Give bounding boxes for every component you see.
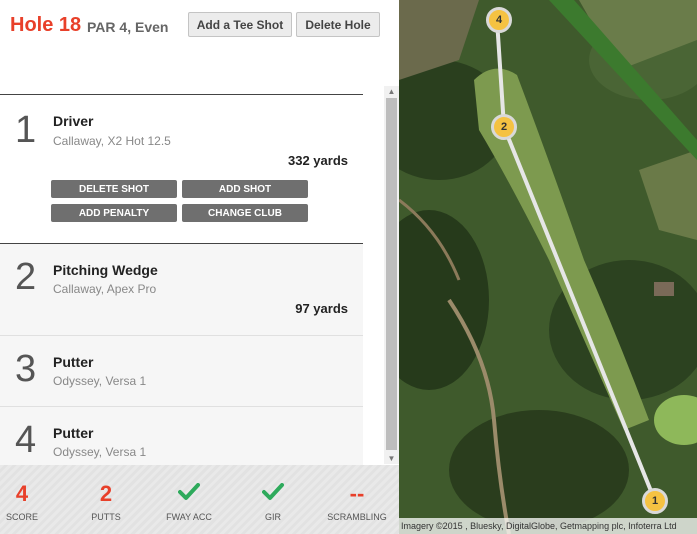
- shot-number: 4: [15, 419, 37, 461]
- marker-label: 1: [651, 495, 659, 507]
- score-value: 4: [15, 481, 29, 506]
- satellite-imagery: [399, 0, 697, 534]
- hole-header: Hole 18 PAR 4, Even Add a Tee Shot Delet…: [0, 0, 399, 95]
- shot-item[interactable]: 2 Pitching Wedge Callaway, Apex Pro 97 y…: [0, 244, 363, 335]
- scroll-down-icon[interactable]: ▼: [384, 454, 399, 463]
- marker-label: 2: [500, 121, 508, 133]
- club-model: Odyssey, Versa 1: [53, 445, 147, 459]
- shot-number: 1: [15, 109, 37, 151]
- shot-number: 3: [15, 348, 37, 390]
- shot-list[interactable]: 1 Driver Callaway, X2 Hot 12.5 332 yards…: [0, 95, 363, 465]
- stat-fairway: FWAY ACC: [149, 465, 229, 534]
- hole-stats-bar: 4 SCORE 2 PUTTS FWAY ACC GIR -- SCRAMBLI…: [0, 465, 399, 534]
- shot-distance: 97 yards: [295, 301, 348, 316]
- delete-shot-button[interactable]: DELETE SHOT: [51, 180, 177, 198]
- change-club-button[interactable]: CHANGE CLUB: [182, 204, 308, 222]
- score-label: SCORE: [5, 512, 38, 522]
- stat-putts: 2 PUTTS: [66, 465, 146, 534]
- club-model: Callaway, Apex Pro: [53, 282, 157, 296]
- shot-marker-1[interactable]: 1: [642, 488, 668, 514]
- gir-label: GIR: [264, 512, 281, 522]
- stat-score: 4 SCORE: [0, 465, 62, 534]
- scroll-up-icon[interactable]: ▲: [384, 87, 399, 96]
- hole-par-score: PAR 4, Even: [87, 19, 169, 35]
- club-name: Putter: [53, 425, 94, 441]
- shot-distance: 332 yards: [288, 153, 348, 168]
- check-icon: [262, 483, 284, 500]
- shot-list-scrollbar[interactable]: ▲ ▼: [384, 86, 399, 464]
- fairway-label: FWAY ACC: [166, 512, 212, 522]
- shot-item[interactable]: 1 Driver Callaway, X2 Hot 12.5 332 yards…: [0, 95, 363, 243]
- stat-gir: GIR: [233, 465, 313, 534]
- putts-label: PUTTS: [91, 512, 121, 522]
- club-model: Callaway, X2 Hot 12.5: [53, 134, 171, 148]
- scrambling-label: SCRAMBLING: [327, 512, 387, 522]
- scrollbar-thumb[interactable]: [386, 98, 397, 450]
- scrambling-value: --: [349, 481, 365, 506]
- club-model: Odyssey, Versa 1: [53, 374, 147, 388]
- club-name: Pitching Wedge: [53, 262, 158, 278]
- putts-value: 2: [99, 481, 113, 506]
- check-icon: [178, 483, 200, 500]
- add-penalty-button[interactable]: ADD PENALTY: [51, 204, 177, 222]
- scorecard-panel: Hole 18 PAR 4, Even Add a Tee Shot Delet…: [0, 0, 399, 534]
- stat-scrambling: -- SCRAMBLING: [317, 465, 397, 534]
- shot-marker-4[interactable]: 4: [486, 7, 512, 33]
- add-tee-shot-button[interactable]: Add a Tee Shot: [188, 12, 292, 37]
- hole-map[interactable]: 4 2 1 Imagery ©2015 , Bluesky, DigitalGl…: [399, 0, 697, 534]
- club-name: Driver: [53, 113, 94, 129]
- shot-item[interactable]: 4 Putter Odyssey, Versa 1: [0, 406, 363, 465]
- shot-number: 2: [15, 256, 37, 298]
- marker-label: 4: [495, 14, 503, 26]
- add-shot-button[interactable]: ADD SHOT: [182, 180, 308, 198]
- club-name: Putter: [53, 354, 94, 370]
- hole-title: Hole 18: [10, 14, 82, 36]
- shot-marker-2[interactable]: 2: [491, 114, 517, 140]
- delete-hole-button[interactable]: Delete Hole: [296, 12, 380, 37]
- shot-item[interactable]: 3 Putter Odyssey, Versa 1: [0, 335, 363, 406]
- map-imagery-credit: Imagery ©2015 , Bluesky, DigitalGlobe, G…: [399, 518, 697, 534]
